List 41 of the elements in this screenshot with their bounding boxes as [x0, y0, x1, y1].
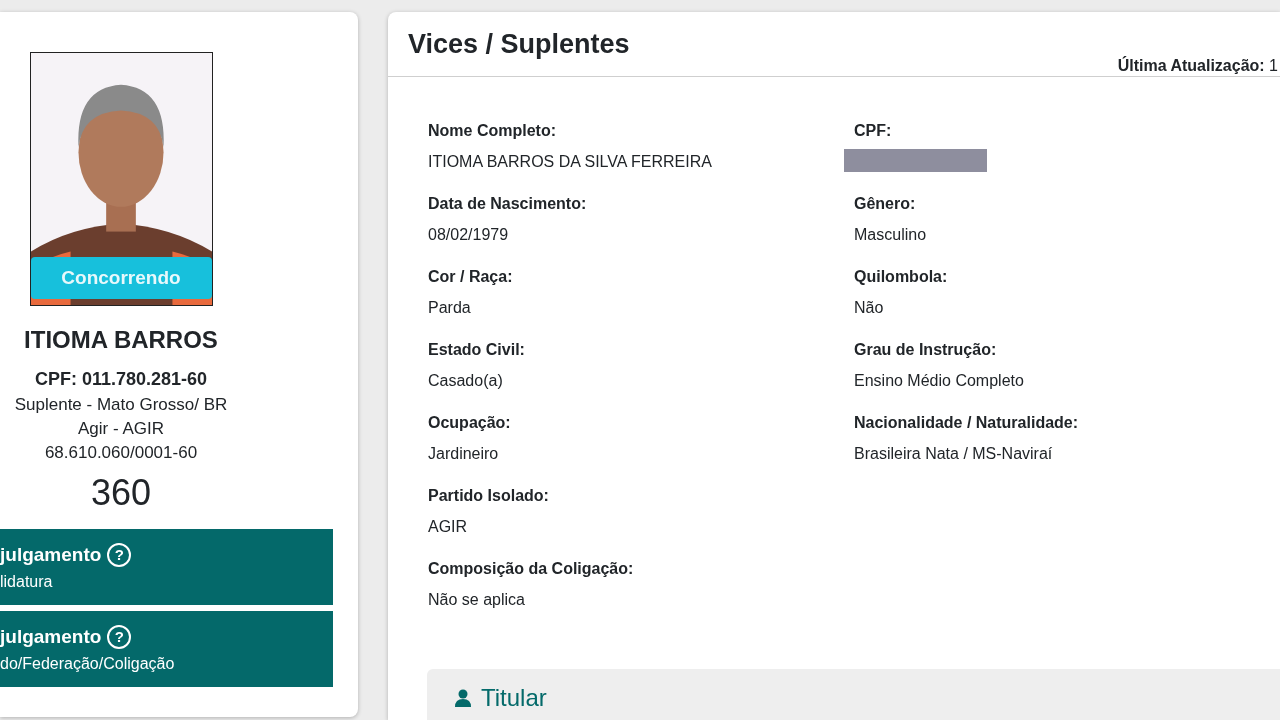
field-label: Ocupação:	[428, 413, 512, 433]
section-title: Titular	[481, 683, 547, 713]
status-badge: Concorrendo	[30, 257, 212, 299]
field-label: Gênero:	[854, 194, 917, 214]
field-value: Ensino Médio Completo	[854, 371, 1025, 391]
field-label: Nome Completo:	[428, 121, 557, 141]
field-label: Nacionalidade / Naturalidade:	[854, 413, 1080, 433]
help-icon[interactable]: ?	[107, 625, 132, 650]
field-label: Estado Civil:	[428, 340, 526, 360]
update-value: 1	[1269, 57, 1278, 74]
candidate-info: Suplente - Mato Grosso/ BR	[14, 394, 228, 416]
field-value: AGIR	[428, 517, 469, 537]
candidate-cpf: CPF: 011.780.281-60	[34, 368, 208, 391]
field-label: Quilombola:	[854, 267, 949, 287]
field-label: Partido Isolado:	[428, 486, 550, 506]
candidate-name: ITIOMA BARROS	[24, 325, 218, 355]
field-value: 08/02/1979	[428, 225, 510, 245]
field-value: Não	[854, 298, 885, 318]
field-value: Jardineiro	[428, 444, 500, 464]
field-label: Composição da Coligação:	[428, 559, 635, 579]
field-label: Grau de Instrução:	[854, 340, 998, 360]
update-label: Última Atualização:	[1117, 57, 1265, 74]
panel-title: Vices / Suplentes	[408, 28, 630, 61]
field-value: Parda	[428, 298, 472, 318]
field-label: CPF:	[854, 121, 893, 141]
field-value: Brasileira Nata / MS-Naviraí	[854, 444, 1054, 464]
judgment-title: julgamento	[0, 625, 102, 649]
field-label: Cor / Raça:	[428, 267, 514, 287]
field-value: Masculino	[854, 225, 928, 245]
candidate-number: 360	[90, 471, 152, 515]
candidate-info: 68.610.060/0001-60	[44, 442, 198, 464]
candidate-info: Agir - AGIR	[78, 418, 164, 440]
judgment-subtitle: lidatura	[0, 571, 54, 592]
judgment-title: julgamento	[0, 543, 102, 567]
field-value: Casado(a)	[428, 371, 504, 391]
field-label: Data de Nascimento:	[428, 194, 588, 214]
judgment-subtitle: do/Federação/Coligação	[0, 653, 176, 674]
field-value: Não se aplica	[428, 590, 526, 610]
help-icon[interactable]: ?	[107, 543, 132, 568]
field-value: ITIOMA BARROS DA SILVA FERREIRA	[428, 152, 713, 172]
person-icon	[455, 689, 471, 707]
